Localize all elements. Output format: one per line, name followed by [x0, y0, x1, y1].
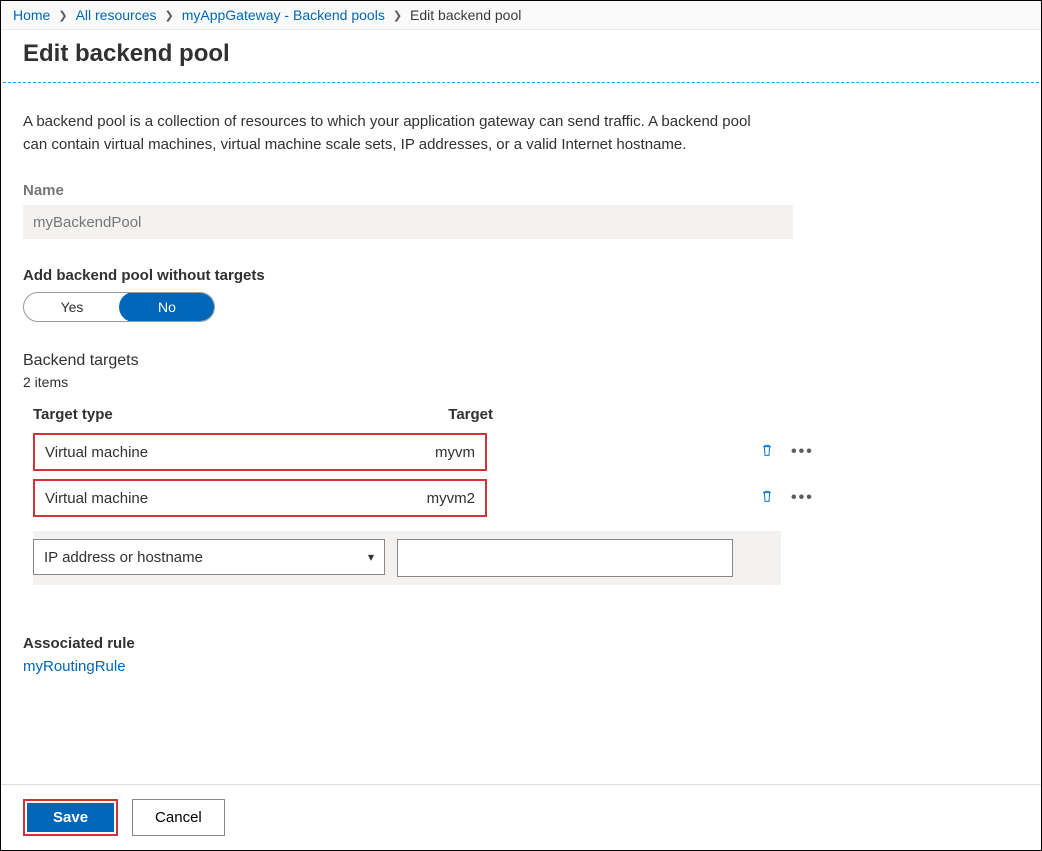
breadcrumb-current: Edit backend pool — [410, 7, 521, 23]
associated-rule-link[interactable]: myRoutingRule — [23, 658, 126, 675]
name-label: Name — [23, 182, 1019, 199]
breadcrumb: Home ❯ All resources ❯ myAppGateway - Ba… — [1, 1, 1041, 30]
more-icon[interactable]: ••• — [791, 443, 814, 461]
cancel-button[interactable]: Cancel — [132, 799, 225, 836]
backend-targets-heading: Backend targets — [23, 352, 1019, 370]
page-title: Edit backend pool — [23, 40, 1019, 68]
add-target-row: IP address or hostname ▾ — [33, 531, 781, 585]
target-type-value: Virtual machine — [45, 444, 148, 461]
table-row: Virtual machine myvm ••• — [23, 429, 1019, 475]
without-targets-toggle[interactable]: Yes No — [23, 292, 215, 322]
trash-icon[interactable] — [759, 442, 775, 463]
toggle-yes[interactable]: Yes — [24, 293, 120, 321]
target-value-input[interactable] — [397, 539, 733, 577]
target-value: myvm — [435, 444, 475, 461]
col-target: Target — [393, 400, 503, 429]
chevron-right-icon: ❯ — [393, 9, 402, 22]
chevron-right-icon: ❯ — [165, 9, 174, 22]
description-text: A backend pool is a collection of resour… — [23, 111, 763, 156]
target-type-value: Virtual machine — [45, 490, 148, 507]
breadcrumb-all-resources[interactable]: All resources — [76, 7, 157, 23]
target-row-1[interactable]: Virtual machine myvm — [33, 433, 487, 471]
targets-table: Target type Target — [23, 400, 823, 429]
trash-icon[interactable] — [759, 488, 775, 509]
chevron-right-icon: ❯ — [58, 9, 67, 22]
without-targets-label: Add backend pool without targets — [23, 267, 1019, 284]
save-highlight: Save — [23, 799, 118, 836]
save-button[interactable]: Save — [27, 803, 114, 832]
target-type-dropdown[interactable]: IP address or hostname ▾ — [33, 539, 385, 575]
footer: Save Cancel — [1, 784, 1041, 850]
target-value: myvm2 — [427, 490, 475, 507]
table-row: Virtual machine myvm2 ••• — [23, 475, 1019, 521]
target-row-2[interactable]: Virtual machine myvm2 — [33, 479, 487, 517]
name-input — [23, 205, 793, 239]
more-icon[interactable]: ••• — [791, 489, 814, 507]
col-target-type: Target type — [23, 400, 393, 429]
breadcrumb-gateway-pools[interactable]: myAppGateway - Backend pools — [182, 7, 385, 23]
associated-rule-label: Associated rule — [23, 635, 1019, 652]
toggle-no[interactable]: No — [119, 292, 215, 322]
chevron-down-icon: ▾ — [368, 550, 374, 564]
dropdown-value: IP address or hostname — [44, 549, 203, 566]
breadcrumb-home[interactable]: Home — [13, 7, 50, 23]
backend-targets-count: 2 items — [23, 374, 1019, 390]
